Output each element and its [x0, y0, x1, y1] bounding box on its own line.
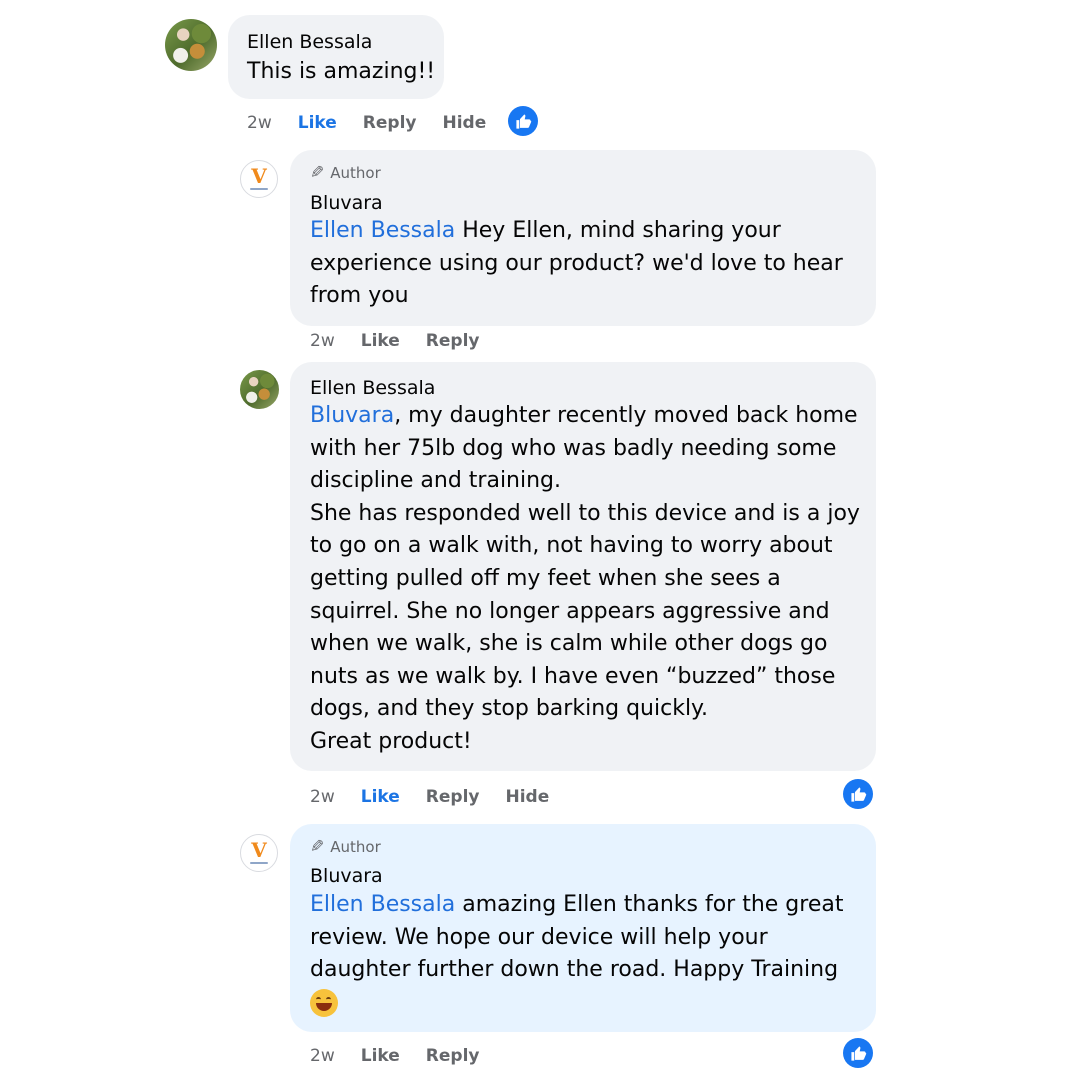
comment-line: when we walk, she is calm while other do…: [310, 631, 828, 657]
comment-line: daughter further down the road. Happy Tr…: [310, 957, 839, 983]
commenter-name[interactable]: Ellen Bessala: [310, 377, 435, 399]
mention-link[interactable]: Ellen Bessala: [310, 892, 455, 917]
thumbs-up-icon: [515, 113, 531, 129]
comment-line: She has responded well to this device an…: [310, 500, 860, 526]
reply-button[interactable]: Reply: [426, 331, 480, 351]
thumbs-up-icon: [850, 1045, 866, 1061]
grinning-face-emoji: [310, 988, 338, 1017]
comment-text: Bluvara, my daughter recently moved back…: [310, 400, 860, 759]
comment-line: discipline and training.: [310, 468, 562, 494]
timestamp[interactable]: 2w: [310, 331, 335, 351]
mention-link[interactable]: Ellen Bessala: [310, 218, 455, 243]
comment-actions: 2w Like Reply: [310, 331, 505, 351]
pen-icon: ✎: [310, 837, 325, 857]
author-badge: ✎ Author: [310, 837, 381, 857]
comment-line: review. We hope our device will help you…: [310, 924, 768, 950]
comment-text: This is amazing!!: [247, 59, 436, 84]
comment-line: from you: [310, 283, 409, 309]
comment-text: Ellen Bessala amazing Ellen thanks for t…: [310, 889, 843, 1019]
reply-button[interactable]: Reply: [426, 787, 480, 807]
like-button[interactable]: Like: [361, 787, 400, 807]
commenter-name[interactable]: Bluvara: [310, 865, 383, 887]
hide-button[interactable]: Hide: [505, 787, 549, 807]
comment-line: experience using our product? we'd love …: [310, 250, 843, 276]
comment-actions: 2w Like Reply Hide: [247, 113, 512, 133]
comment-line: Great product!: [310, 728, 472, 754]
logo-divider: [250, 862, 268, 864]
commenter-name[interactable]: Ellen Bessala: [247, 31, 372, 53]
mention-link[interactable]: Bluvara: [310, 403, 394, 428]
like-reaction-icon[interactable]: [843, 1038, 873, 1068]
avatar[interactable]: [240, 370, 279, 409]
commenter-name[interactable]: Bluvara: [310, 192, 383, 214]
comment-line: getting pulled off my feet when she sees…: [310, 565, 781, 591]
hide-button[interactable]: Hide: [442, 113, 486, 133]
timestamp[interactable]: 2w: [310, 1046, 335, 1066]
comment-line: to go on a walk with, not having to worr…: [310, 533, 833, 559]
page-logo-avatar[interactable]: V: [240, 160, 278, 198]
comment-text: Ellen Bessala Hey Ellen, mind sharing yo…: [310, 215, 843, 313]
comment-actions: 2w Like Reply Hide: [310, 787, 575, 807]
author-badge: ✎ Author: [310, 163, 381, 183]
comment-line: , my daughter recently moved back home: [394, 403, 858, 428]
author-badge-label: Author: [330, 164, 381, 182]
author-badge-label: Author: [330, 838, 381, 856]
comment-line: Hey Ellen, mind sharing your: [455, 218, 781, 243]
logo-mark: V: [251, 164, 267, 188]
comment-line: squirrel. She no longer appears aggressi…: [310, 598, 830, 624]
avatar[interactable]: [165, 19, 217, 71]
like-reaction-icon[interactable]: [843, 779, 873, 809]
like-button[interactable]: Like: [361, 1046, 400, 1066]
page-logo-avatar[interactable]: V: [240, 834, 278, 872]
like-button[interactable]: Like: [298, 113, 337, 133]
like-reaction-icon[interactable]: [508, 106, 538, 136]
reply-button[interactable]: Reply: [426, 1046, 480, 1066]
logo-divider: [250, 188, 268, 190]
comment-line: with her 75lb dog who was badly needing …: [310, 435, 837, 461]
timestamp[interactable]: 2w: [310, 787, 335, 807]
comment-actions: 2w Like Reply: [310, 1046, 505, 1066]
comment-line: nuts as we walk by. I have even “buzzed”…: [310, 663, 836, 689]
comment-line: amazing Ellen thanks for the great: [455, 892, 844, 917]
thumbs-up-icon: [850, 786, 866, 802]
timestamp[interactable]: 2w: [247, 113, 272, 133]
reply-button[interactable]: Reply: [363, 113, 417, 133]
like-button[interactable]: Like: [361, 331, 400, 351]
logo-mark: V: [251, 838, 267, 862]
comment-line: dogs, and they stop barking quickly.: [310, 696, 708, 722]
pen-icon: ✎: [310, 163, 325, 183]
